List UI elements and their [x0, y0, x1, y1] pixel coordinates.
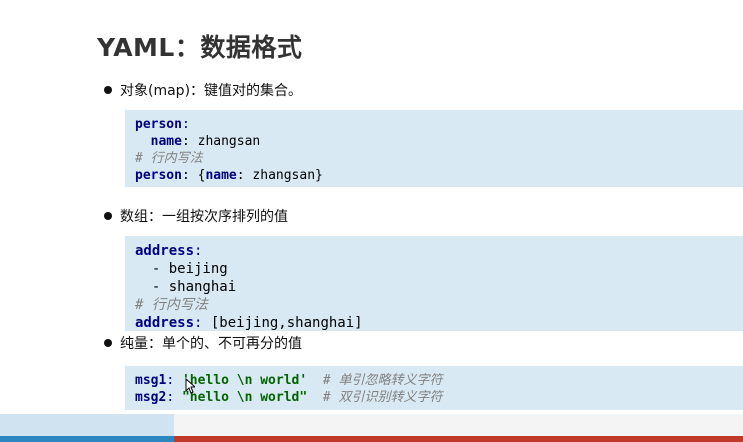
code-token: # 双引识别转义字符 — [307, 390, 443, 405]
code-token: address — [135, 315, 195, 331]
bullet-text: 数组：一组按次序排列的值 — [120, 209, 288, 225]
slide: YAML：数据格式 对象(map)：键值对的集合。 person: name: … — [0, 0, 743, 442]
code-token: : — [181, 117, 190, 132]
code-line: msg2: "hello \n world" # 双引识别转义字符 — [135, 389, 733, 406]
code-line: msg1: 'hello \n world' # 单引忽略转义字符 — [135, 372, 733, 389]
progress-played[interactable] — [0, 436, 174, 442]
code-token: msg1 — [135, 373, 167, 388]
code-token: address — [135, 243, 195, 259]
code-line: - beijing — [135, 260, 733, 278]
video-played-strip — [0, 414, 174, 436]
code-block-scalar: msg1: 'hello \n world' # 单引忽略转义字符 msg2: "… — [125, 366, 743, 410]
code-line: person: {name: zhangsan} — [135, 167, 733, 184]
slide-title: YAML：数据格式 — [97, 33, 303, 62]
bullet-scalar: 纯量：单个的、不可再分的值 — [104, 333, 302, 353]
bullet-dot-icon — [104, 86, 112, 94]
code-token: name — [205, 168, 237, 183]
code-token: : zhangsan} — [236, 168, 323, 183]
code-line: # 行内写法 — [135, 296, 733, 314]
code-token: person — [135, 168, 182, 183]
code-line: address: — [135, 242, 733, 260]
code-token: name — [135, 134, 182, 149]
bullet-object-map: 对象(map)：键值对的集合。 — [104, 80, 302, 100]
bullet-text: 对象(map)：键值对的集合。 — [120, 83, 303, 99]
code-line: person: — [135, 116, 733, 133]
code-token: : — [194, 315, 211, 331]
bullet-dot-icon — [104, 212, 112, 220]
code-line: - shanghai — [135, 278, 733, 296]
code-token: 'hello \n world' — [181, 373, 308, 388]
code-token: msg2 — [135, 390, 167, 405]
code-token: : zhangsan — [181, 134, 261, 149]
code-token: : { — [181, 168, 206, 183]
code-token: person — [135, 117, 182, 132]
bullet-dot-icon — [104, 339, 112, 347]
code-token: [beijing,shanghai] — [210, 315, 363, 331]
code-block-object: person: name: zhangsan # 行内写法 person: {nam… — [125, 110, 743, 187]
code-token: - shanghai — [135, 279, 237, 295]
code-line: # 行内写法 — [135, 150, 733, 167]
code-line: name: zhangsan — [135, 133, 733, 150]
code-block-array: address: - beijing - shanghai # 行内写法 addre… — [125, 236, 743, 331]
code-token: : — [194, 243, 203, 259]
code-token: # 行内写法 — [135, 297, 208, 313]
code-line: address: [beijing,shanghai] — [135, 314, 733, 332]
code-token: # 行内写法 — [135, 151, 203, 166]
code-token: : — [166, 390, 182, 405]
mouse-cursor-icon — [185, 378, 195, 394]
code-token: # 单引忽略转义字符 — [307, 373, 443, 388]
code-token: : — [166, 373, 182, 388]
code-token: - beijing — [135, 261, 228, 277]
code-token: "hello \n world" — [181, 390, 308, 405]
bullet-text: 纯量：单个的、不可再分的值 — [120, 336, 302, 352]
bullet-array: 数组：一组按次序排列的值 — [104, 206, 288, 226]
